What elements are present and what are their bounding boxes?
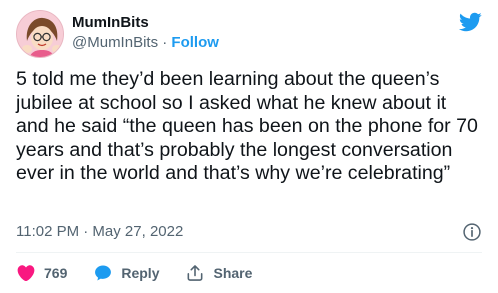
- reply-label: Reply: [121, 265, 160, 281]
- twitter-bird-icon[interactable]: [458, 10, 482, 34]
- tweet-card: MumInBits @MumInBits · Follow 5 told me …: [0, 0, 498, 293]
- tweet-meta: 11:02 PM · May 27, 2022: [16, 222, 482, 242]
- display-name[interactable]: MumInBits: [72, 13, 219, 33]
- share-button[interactable]: Share: [185, 263, 252, 283]
- like-button[interactable]: 769: [16, 263, 67, 283]
- user-handle[interactable]: @MumInBits: [72, 34, 158, 51]
- handle-row: @MumInBits · Follow: [72, 33, 219, 53]
- speech-bubble-icon: [95, 265, 112, 281]
- share-label: Share: [213, 265, 253, 281]
- handle-separator: ·: [162, 34, 168, 51]
- avatar-illustration-icon: [17, 11, 63, 57]
- heart-icon: [17, 265, 35, 282]
- user-info: MumInBits @MumInBits · Follow: [72, 13, 219, 53]
- tweet-header: MumInBits @MumInBits · Follow: [16, 10, 482, 58]
- info-icon[interactable]: [462, 222, 482, 242]
- share-upload-icon: [188, 265, 203, 281]
- divider: [16, 252, 482, 253]
- tweet-timestamp[interactable]: 11:02 PM · May 27, 2022: [16, 223, 183, 240]
- avatar[interactable]: [16, 10, 64, 58]
- reply-button[interactable]: Reply: [93, 263, 159, 283]
- tweet-actions: 769 Reply Share: [16, 262, 278, 284]
- like-count: 769: [44, 265, 68, 281]
- follow-button[interactable]: Follow: [171, 34, 219, 51]
- tweet-text: 5 told me they’d been learning about the…: [16, 68, 484, 185]
